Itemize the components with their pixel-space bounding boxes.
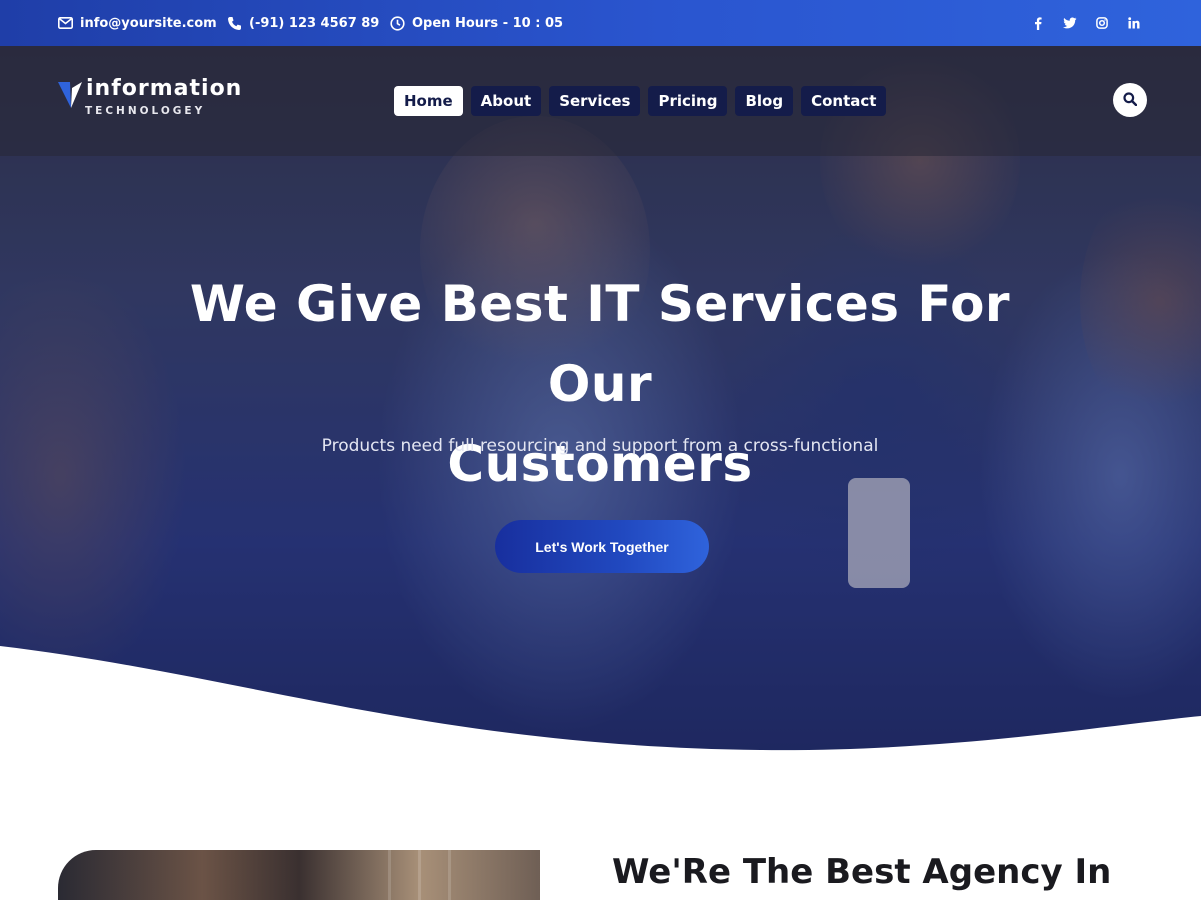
search-icon	[1123, 91, 1138, 110]
nav-item-about[interactable]: About	[470, 86, 542, 116]
nav-item-blog[interactable]: Blog	[735, 86, 794, 116]
nav-item-services[interactable]: Services	[549, 86, 641, 116]
image-detail	[448, 850, 451, 900]
email-text: info@yoursite.com	[80, 15, 217, 31]
contact-hours: Open Hours - 10 : 05	[390, 0, 563, 46]
image-detail	[418, 850, 421, 900]
logo-wordmark: information	[86, 76, 243, 101]
nav-item-pricing[interactable]: Pricing	[648, 86, 728, 116]
image-detail	[388, 850, 391, 900]
hero-wave-divider	[0, 646, 1201, 756]
hero-title-line: We Give Best IT Services For Our	[189, 275, 1011, 413]
phone-icon	[227, 16, 242, 31]
contact-phone[interactable]: (-91) 123 4567 89	[227, 0, 379, 46]
about-image	[58, 850, 540, 900]
contact-email[interactable]: info@yoursite.com	[58, 0, 217, 46]
main-nav: Home About Services Pricing Blog Contact	[394, 86, 887, 116]
envelope-icon	[58, 17, 73, 29]
hero-subtitle: Products need full resourcing and suppor…	[321, 436, 879, 456]
instagram-icon[interactable]	[1095, 16, 1109, 30]
top-bar: info@yoursite.com (-91) 123 4567 89 Open…	[0, 0, 1201, 46]
site-logo[interactable]: information TECHNOLOGEY	[58, 76, 248, 122]
social-links	[1031, 0, 1141, 46]
linkedin-icon[interactable]	[1127, 16, 1141, 30]
nav-item-contact[interactable]: Contact	[801, 86, 887, 116]
logo-mark-icon	[58, 80, 84, 114]
hero-title: We Give Best IT Services For Our Custome…	[150, 264, 1050, 504]
cta-button[interactable]: Let's Work Together	[495, 520, 709, 573]
logo-tagline: TECHNOLOGEY	[85, 105, 206, 117]
phone-text: (-91) 123 4567 89	[249, 15, 380, 31]
hero-section: information TECHNOLOGEY Home About Servi…	[0, 46, 1201, 756]
nav-item-home[interactable]: Home	[394, 86, 463, 116]
twitter-icon[interactable]	[1063, 16, 1077, 30]
about-heading: We'Re The Best Agency In	[612, 852, 1112, 892]
clock-icon	[390, 15, 405, 31]
search-button[interactable]	[1113, 83, 1147, 117]
hours-text: Open Hours - 10 : 05	[412, 15, 564, 31]
facebook-icon[interactable]	[1031, 16, 1045, 30]
